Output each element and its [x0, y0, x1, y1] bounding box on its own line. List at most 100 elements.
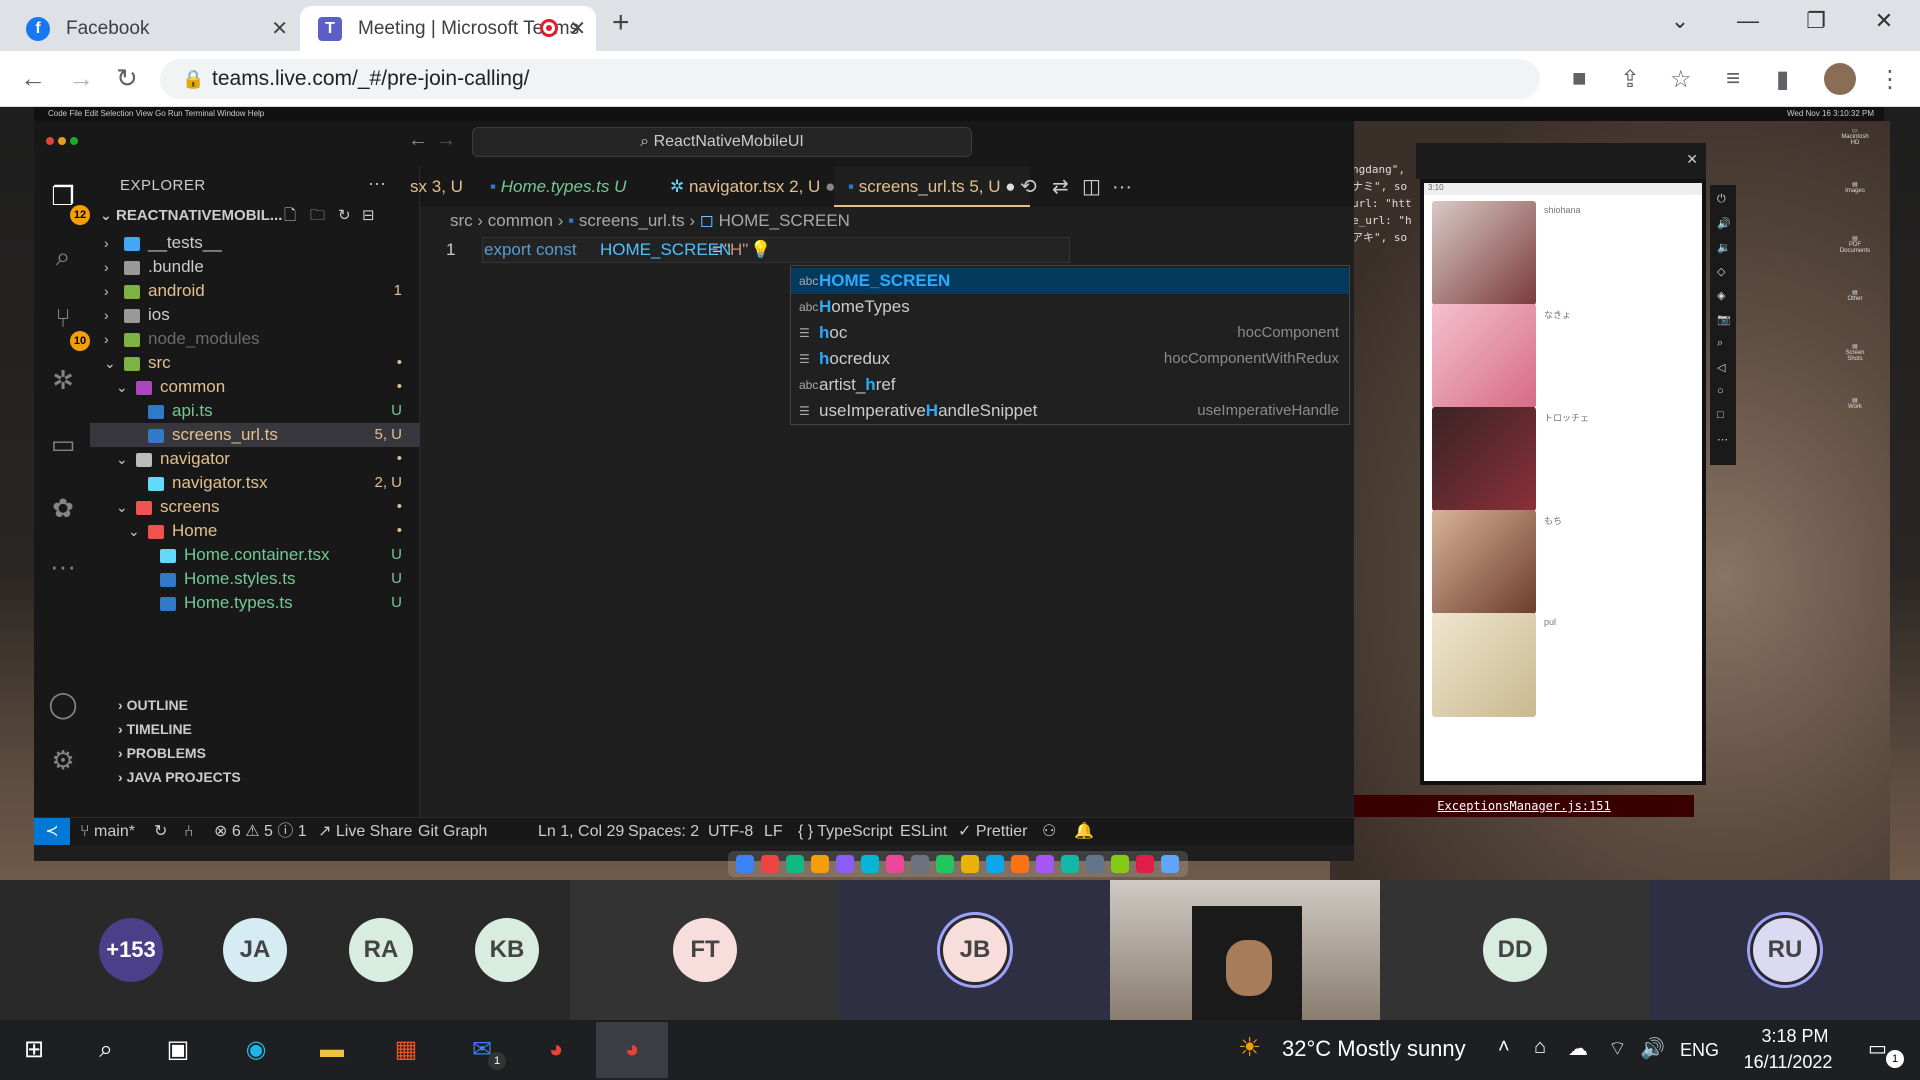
refresh-icon[interactable]: ↻: [338, 201, 351, 230]
dock-app-icon[interactable]: [1161, 855, 1179, 873]
language-indicator[interactable]: ENG: [1680, 1040, 1719, 1061]
emulator-list-item[interactable]: shiohana: [1432, 201, 1702, 311]
tree-item[interactable]: ⌄ screens •: [90, 495, 420, 519]
tree-item[interactable]: ⌄ navigator •: [90, 447, 420, 471]
tree-item[interactable]: api.ts U: [90, 399, 420, 423]
section-java-projects[interactable]: › JAVA PROJECTS: [90, 765, 420, 789]
restore-button[interactable]: ❐: [1786, 8, 1846, 34]
back-icon[interactable]: ←: [20, 63, 46, 94]
emulator-control-icon[interactable]: ⌕: [1717, 337, 1723, 350]
menu-icon[interactable]: ⋮: [1878, 65, 1902, 94]
dock-app-icon[interactable]: [1011, 855, 1029, 873]
remote-indicator[interactable]: ≺: [34, 818, 70, 845]
task-view-icon[interactable]: ▣: [158, 1030, 198, 1070]
tree-item[interactable]: › android 1: [90, 279, 420, 303]
share-icon[interactable]: ⇪: [1620, 65, 1640, 94]
onedrive-icon[interactable]: ☁: [1568, 1036, 1588, 1061]
dock-app-icon[interactable]: [886, 855, 904, 873]
dock-app-icon[interactable]: [861, 855, 879, 873]
video-tile[interactable]: [1110, 880, 1380, 1020]
indentation[interactable]: Spaces: 2: [628, 818, 699, 845]
remote-explorer-icon[interactable]: ▭: [48, 429, 78, 460]
participant-avatar[interactable]: RA: [349, 918, 413, 982]
exception-link[interactable]: ExceptionsManager.js:151: [1354, 795, 1694, 817]
dock-app-icon[interactable]: [1136, 855, 1154, 873]
new-folder-icon[interactable]: 🗀: [310, 201, 325, 230]
suggestion-item[interactable]: abc HOME_SCREEN: [791, 268, 1349, 294]
emulator-control-icon[interactable]: ◈: [1717, 289, 1725, 302]
problems-counts[interactable]: ⊗ 6 ⚠ 5 ⓘ 1: [214, 818, 307, 845]
dock-app-icon[interactable]: [936, 855, 954, 873]
suggestion-item[interactable]: abc HomeTypes: [791, 294, 1349, 320]
emulator-control-icon[interactable]: ◇: [1717, 265, 1725, 278]
tab-home-types[interactable]: ▪ Home.types.ts U: [490, 167, 626, 207]
new-tab-button[interactable]: +: [612, 6, 630, 40]
dock-app-icon[interactable]: [1086, 855, 1104, 873]
tree-item[interactable]: screens_url.ts 5, U: [90, 423, 420, 447]
meet-now-icon[interactable]: ⌂: [1534, 1036, 1546, 1059]
emulator-control-icon[interactable]: ◁: [1717, 361, 1725, 374]
tree-item[interactable]: ⌄ Home •: [90, 519, 420, 543]
dock-app-icon[interactable]: [786, 855, 804, 873]
accounts-icon[interactable]: ⚇: [1042, 818, 1056, 845]
sidepanel-icon[interactable]: ▮: [1776, 65, 1789, 94]
more-icon[interactable]: ···: [1112, 167, 1132, 207]
timeline-icon[interactable]: ⟲: [1020, 167, 1037, 207]
search-icon[interactable]: ⌕: [48, 241, 78, 273]
file-explorer-icon[interactable]: ▬: [312, 1030, 352, 1070]
reload-icon[interactable]: ↻: [116, 63, 138, 94]
camera-icon[interactable]: ■: [1572, 65, 1587, 93]
emulator-list-item[interactable]: トロッチェ: [1432, 407, 1702, 517]
collapse-icon[interactable]: ⊟: [362, 201, 375, 230]
tab-facebook[interactable]: f Facebook ✕: [8, 6, 298, 51]
avatar[interactable]: [1824, 63, 1856, 95]
clock-time[interactable]: 3:18 PM: [1752, 1026, 1838, 1047]
media-icon[interactable]: ≡: [1726, 65, 1740, 93]
cursor-position[interactable]: Ln 1, Col 29: [538, 818, 624, 845]
volume-icon[interactable]: 🔊: [1640, 1036, 1665, 1061]
emulator-control-icon[interactable]: 📷: [1717, 313, 1731, 326]
lightbulb-icon[interactable]: 💡: [750, 237, 771, 263]
participant-avatar[interactable]: KB: [475, 918, 539, 982]
emulator-control-icon[interactable]: 🔊: [1717, 217, 1731, 230]
dock-app-icon[interactable]: [1111, 855, 1129, 873]
git-icon[interactable]: ⑃: [184, 818, 194, 845]
suggestion-item[interactable]: abc artist_href: [791, 372, 1349, 398]
dock-app-icon[interactable]: [1036, 855, 1054, 873]
suggestion-item[interactable]: ☰ hoc hocComponent: [791, 320, 1349, 346]
dock-app-icon[interactable]: [986, 855, 1004, 873]
dock-app-icon[interactable]: [961, 855, 979, 873]
more-actions-icon[interactable]: ···: [368, 173, 386, 194]
nav-forward-icon[interactable]: →: [436, 129, 456, 152]
forward-icon[interactable]: →: [68, 63, 94, 94]
tab-teams[interactable]: T Meeting | Microsoft Teams ✕: [300, 6, 596, 51]
emulator-control-icon[interactable]: 🔉: [1717, 241, 1731, 254]
command-center[interactable]: ⌕ ReactNativeMobileUI: [472, 127, 972, 157]
wifi-icon[interactable]: ⌔: [1608, 1036, 1627, 1061]
emulator-list-item[interactable]: なきょ: [1432, 304, 1702, 414]
notification-icon[interactable]: ▭: [1868, 1036, 1887, 1061]
tree-item[interactable]: › .bundle: [90, 255, 420, 279]
dock-app-icon[interactable]: [1061, 855, 1079, 873]
clock-date[interactable]: 16/11/2022: [1736, 1052, 1840, 1073]
project-header[interactable]: ⌄ REACTNATIVEMOBIL... 🗋 🗀 ↻ ⊟: [90, 201, 420, 230]
edge-icon[interactable]: ◉: [236, 1030, 276, 1070]
settings-gear-icon[interactable]: ⚙: [48, 745, 78, 776]
bell-icon[interactable]: 🔔: [1074, 818, 1094, 845]
more-icon[interactable]: ···: [48, 551, 78, 582]
star-icon[interactable]: ☆: [1670, 65, 1692, 94]
code-line[interactable]: 1 export const HOME_SCREEN = "H" 💡: [420, 237, 1354, 263]
chrome-icon[interactable]: ◕: [536, 1030, 576, 1070]
search-icon[interactable]: ⌕: [86, 1030, 126, 1070]
participant-avatar[interactable]: RU: [1753, 918, 1817, 982]
close-icon[interactable]: ✕: [271, 16, 288, 41]
weather-text[interactable]: 32°C Mostly sunny: [1282, 1036, 1466, 1062]
tab-navigator[interactable]: ✲ navigator.tsx 2, U ●: [670, 167, 835, 207]
tree-item[interactable]: › ios: [90, 303, 420, 327]
tree-item[interactable]: Home.types.ts U: [90, 591, 420, 615]
tab-screens-url[interactable]: ▪ screens_url.ts 5, U ●: [834, 167, 1030, 207]
close-window-button[interactable]: ✕: [1854, 8, 1914, 34]
branch[interactable]: ⑂ main*: [80, 818, 135, 845]
close-icon[interactable]: ✕: [569, 16, 586, 41]
emulator-control-icon[interactable]: ○: [1717, 385, 1724, 397]
